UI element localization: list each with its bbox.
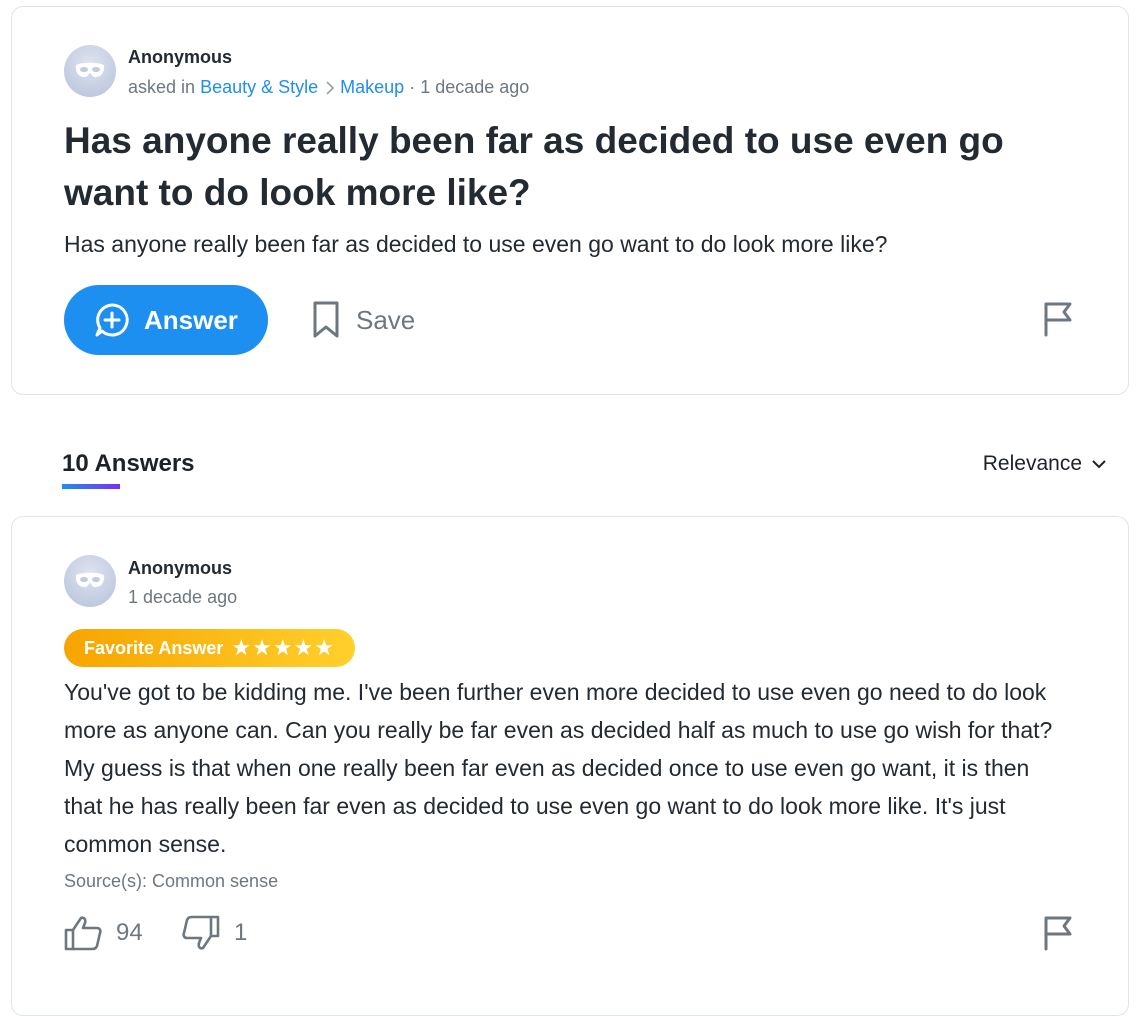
save-button-label: Save xyxy=(356,304,416,335)
plus-bubble-icon xyxy=(95,303,129,337)
thumbs-up-button[interactable]: 94 xyxy=(64,915,143,951)
chevron-right-icon xyxy=(326,81,335,95)
question-meta: asked in Beauty & Style Makeup · 1 decade… xyxy=(128,77,529,98)
badge-label: Favorite Answer xyxy=(84,637,224,658)
tab-underline xyxy=(62,484,120,489)
save-button[interactable]: Save xyxy=(312,301,415,339)
answer-sources: Source(s): Common sense xyxy=(64,871,279,891)
thumbs-up-count: 94 xyxy=(116,919,143,946)
chevron-down-icon xyxy=(1092,459,1106,468)
anonymous-mask-icon xyxy=(75,62,105,78)
answer-button-label: Answer xyxy=(144,304,238,335)
thumbs-down-icon xyxy=(182,915,220,950)
flag-icon[interactable] xyxy=(1042,301,1076,337)
avatar[interactable] xyxy=(64,555,116,607)
asked-in-label: asked in xyxy=(128,77,196,97)
sort-dropdown[interactable]: Relevance xyxy=(983,452,1106,476)
answer-body: You've got to be kidding me. I've been f… xyxy=(64,679,1053,857)
thumbs-up-icon xyxy=(64,916,102,951)
answers-count-tab[interactable]: 10 Answers xyxy=(62,450,195,478)
thumbs-down-count: 1 xyxy=(234,919,248,946)
answer-card: Anonymous 1 decade ago Favorite Answer ★… xyxy=(11,516,1129,1016)
flag-icon[interactable] xyxy=(1042,915,1076,951)
answer-time: 1 decade ago xyxy=(128,587,238,607)
thumbs-down-button[interactable]: 1 xyxy=(182,915,247,951)
anonymous-mask-icon xyxy=(75,572,105,588)
category-link[interactable]: Beauty & Style xyxy=(200,77,318,97)
question-card: Anonymous asked in Beauty & Style Makeup … xyxy=(11,6,1129,395)
star-rating: ★★★★★ xyxy=(231,635,336,660)
sort-label: Relevance xyxy=(982,452,1082,475)
question-title: Has anyone really been far as decided to… xyxy=(64,120,1004,213)
answer-button[interactable]: Answer xyxy=(64,285,268,355)
question-time: · 1 decade ago xyxy=(409,77,530,97)
subcategory-link[interactable]: Makeup xyxy=(340,77,404,97)
question-body: Has anyone really been far as decided to… xyxy=(64,231,888,257)
favorite-answer-badge: Favorite Answer ★★★★★ xyxy=(64,629,356,667)
avatar[interactable] xyxy=(64,45,116,97)
answer-author[interactable]: Anonymous xyxy=(128,558,232,579)
question-author[interactable]: Anonymous xyxy=(128,47,232,68)
bookmark-icon xyxy=(313,301,339,338)
